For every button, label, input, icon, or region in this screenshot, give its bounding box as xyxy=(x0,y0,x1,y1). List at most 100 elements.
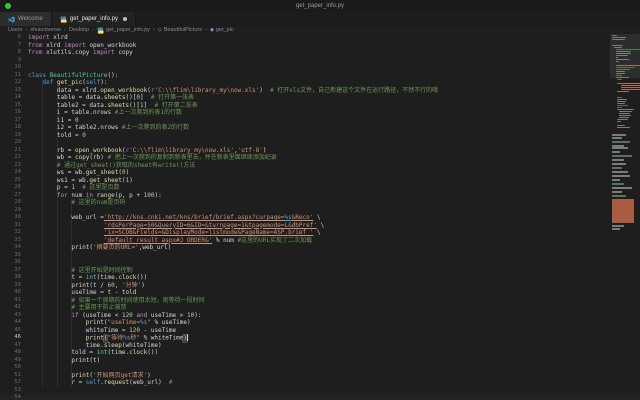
code-line[interactable]: 6 import xlrd xyxy=(0,34,610,42)
modified-dot-icon[interactable] xyxy=(122,17,127,21)
tab-welcome[interactable]: Welcome xyxy=(0,12,52,26)
line-number: 43 xyxy=(14,311,21,318)
code-line[interactable]: 18 i2 = table2.nrows #上一次爬到的表2的行数 xyxy=(0,124,610,132)
indent-guide xyxy=(71,199,73,387)
code-line[interactable]: 11 class BeautifulPicture(): xyxy=(0,72,610,80)
minimap-block xyxy=(612,159,624,161)
line-number: 42 xyxy=(14,304,21,310)
code-line[interactable]: 27 for num in range(p, p + 100): xyxy=(0,192,610,200)
code-line[interactable]: 29 xyxy=(0,207,610,215)
breadcrumb-item-desktop[interactable]: Desktop xyxy=(69,27,89,33)
code-line[interactable]: 53 xyxy=(0,387,610,395)
code-line[interactable]: 45 whiteTime = 120 - useTime xyxy=(0,327,610,335)
code-text: ws1 = wb.get_sheet(1) xyxy=(28,176,133,184)
minimap-line-mark xyxy=(617,96,623,98)
line-number: 35 xyxy=(14,251,21,258)
line-number: 21 xyxy=(14,146,21,153)
code-text: whiteTime = 120 - useTime xyxy=(28,326,177,334)
window-title: get_paper_info.py xyxy=(295,3,345,9)
line-number: 11 xyxy=(14,71,21,78)
tab-get-paper-info.py[interactable]: get_paper_info.py xyxy=(51,12,136,26)
code-line[interactable]: 7 from xlrd import open_workbook xyxy=(0,42,610,50)
code-line[interactable]: 21 rb = open_workbook(r'C:\\flim\library… xyxy=(0,147,610,155)
line-number: 12 xyxy=(14,79,21,85)
code-line[interactable]: 32 'ix=SCDB&Fields=&DisplayMode=listmode… xyxy=(0,229,610,237)
line-number: 17 xyxy=(14,116,21,123)
line-number: 25 xyxy=(14,176,21,183)
breadcrumb-item-get-pic[interactable]: ◆ get_pic xyxy=(210,27,234,33)
code-line[interactable]: 48 told = int(time.clock()) xyxy=(0,349,610,357)
code-text: # 这里开始是时间控制 xyxy=(71,266,133,274)
text-cursor xyxy=(186,334,189,341)
code-line[interactable]: 47 time.sleep(whiteTime) xyxy=(0,342,610,350)
code-text: rb = open_workbook(r'C:\\flim\library_my… xyxy=(28,146,267,154)
code-text: print(t / 60, '分钟') xyxy=(71,281,145,289)
code-line[interactable]: 35 xyxy=(0,252,610,260)
code-line[interactable]: 49 print(t) xyxy=(0,357,610,365)
minimap-line-mark xyxy=(617,98,627,100)
minimap-block xyxy=(612,151,620,153)
code-line[interactable]: 51 print('开始网页get请求') xyxy=(0,372,610,380)
line-number: 32 xyxy=(14,229,21,235)
code-line[interactable]: 41 # 如果一个周期的时间使用太短，则等待一段时间 xyxy=(0,297,610,305)
code-line[interactable]: 14 table = data.sheets()[0] # 打开第一张表 xyxy=(0,94,610,102)
minimap-line-mark xyxy=(617,82,640,84)
horizontal-scrollbar-track[interactable] xyxy=(0,395,640,400)
code-line[interactable]: 46 print("等待%s秒" % whiteTime) xyxy=(0,334,610,342)
line-number: 41 xyxy=(14,296,21,303)
code-line[interactable]: 20 xyxy=(0,139,610,147)
code-line[interactable]: 25 ws1 = wb.get_sheet(1) xyxy=(0,177,610,185)
minimap-line-mark xyxy=(617,124,626,126)
code-line[interactable]: 10 xyxy=(0,64,610,72)
code-line[interactable]: 24 ws = wb.get_sheet(0) xyxy=(0,169,610,177)
breadcrumb-item-users[interactable]: Users xyxy=(8,27,22,33)
code-line[interactable]: 17 i1 = 0 xyxy=(0,117,610,125)
code-line[interactable]: 26 p = 1 # 这里是页数 xyxy=(0,184,610,192)
minimap-block xyxy=(612,183,624,185)
minimap-slider[interactable] xyxy=(610,34,640,78)
code-line[interactable]: 42 # 主要用于防止被禁 xyxy=(0,304,610,312)
code-line[interactable]: 30 web_url ='http://kns.cnki.net/kns/bri… xyxy=(0,214,610,222)
minimap-block xyxy=(612,195,626,197)
code-line[interactable]: 50 xyxy=(0,364,610,372)
code-line[interactable]: 8 from xlutils.copy import copy xyxy=(0,49,610,57)
code-line[interactable]: 16 i = table.nrows #上一次爬到的表1的行数 xyxy=(0,109,610,117)
line-number: 33 xyxy=(14,236,21,243)
code-line[interactable]: 44 print("useTime=%s" % useTime) xyxy=(0,319,610,327)
minimap-block xyxy=(612,171,628,173)
minimap[interactable] xyxy=(610,34,640,400)
code-line[interactable]: 23 # 通过get_sheet()获取的sheet有write()方法 xyxy=(0,162,610,170)
code-line[interactable]: 19 told = 0 xyxy=(0,132,610,140)
code-line[interactable]: 28 # 这里的num是页码 xyxy=(0,199,610,207)
minimap-line-mark xyxy=(619,112,631,114)
line-number: 9 xyxy=(17,56,21,63)
code-line[interactable]: 36 xyxy=(0,259,610,267)
breadcrumb-item-shuiuniverse[interactable]: shuiuniverse xyxy=(30,27,61,33)
code-line[interactable]: 33 'default_result_aspx#J_ORDER&' % num … xyxy=(0,237,610,245)
code-line[interactable]: 31 'rdsPerPage=50&QueryID=6&ID=&turnpage… xyxy=(0,222,610,230)
code-line[interactable]: 39 print(t / 60, '分钟') xyxy=(0,282,610,290)
code-area[interactable]: 6 import xlrd 7 from xlrd import open_workb… xyxy=(0,34,610,400)
code-line[interactable]: 43 if (useTime < 120 and useTime > 10): xyxy=(0,312,610,320)
method-symbol-icon: ◆ xyxy=(210,26,214,33)
code-line[interactable]: 13 data = xlrd.open_workbook(r'C:\\flim\… xyxy=(0,87,610,95)
code-line[interactable]: 52 r = self.request(web_url) # xyxy=(0,379,610,387)
breadcrumb-item-get-paper-info.py[interactable]: get_paper_info.py xyxy=(97,26,150,34)
line-number: 53 xyxy=(14,386,21,393)
minimap-line-mark xyxy=(621,88,640,90)
line-number: 10 xyxy=(14,64,21,70)
code-line[interactable]: 15 table2 = data.sheets()[1] # 打开第二张表 xyxy=(0,102,610,110)
code-line[interactable]: 40 useTime = t - told xyxy=(0,289,610,297)
code-line[interactable]: 12 def get_pic(self): xyxy=(0,79,610,87)
code-text: from xlrd import open_workbook xyxy=(28,41,137,49)
minimap-block xyxy=(612,163,626,165)
code-line[interactable]: 22 wb = copy(rb) # 把上一次爬到的复制到新表里去，并在新表里面… xyxy=(0,154,610,162)
code-line[interactable]: 34 print('摘要页的URL=',web_url) xyxy=(0,244,610,252)
code-line[interactable]: 38 t = int(time.clock()) xyxy=(0,274,610,282)
line-number: 19 xyxy=(14,131,21,138)
breadcrumb-item-beautifulpicture[interactable]: ◇ BeautifulPicture xyxy=(158,27,202,33)
minimap-line-mark xyxy=(613,46,622,48)
indent-guide xyxy=(42,79,44,387)
code-line[interactable]: 37 # 这里开始是时间控制 xyxy=(0,267,610,275)
code-line[interactable]: 9 xyxy=(0,57,610,65)
